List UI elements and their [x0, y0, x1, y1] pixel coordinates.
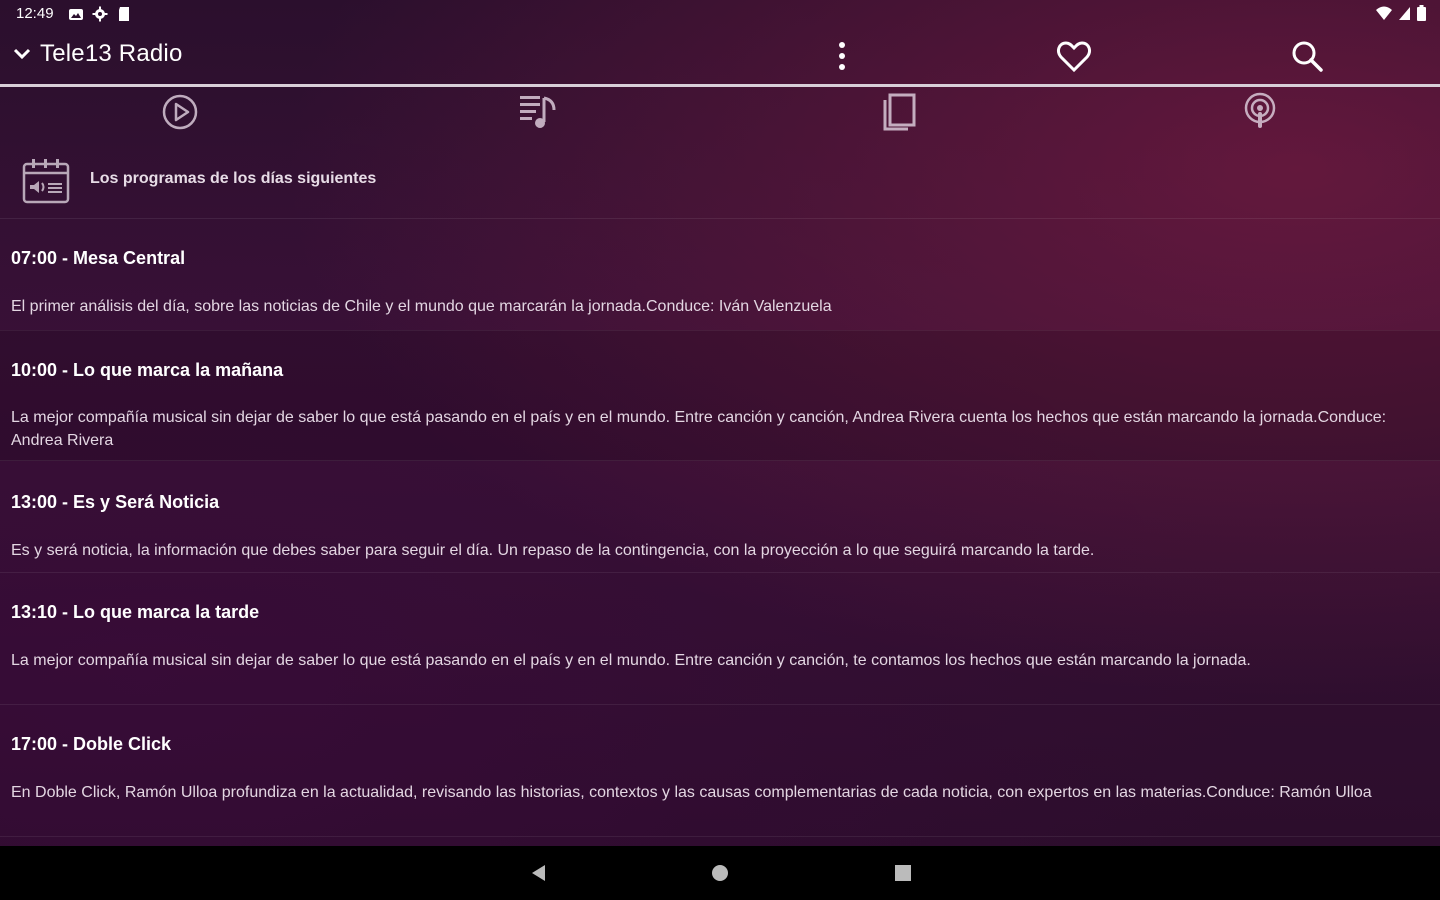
program-description: La mejor compañía musical sin dejar de s…: [11, 409, 1387, 449]
program-description: El primer análisis del día, sobre las no…: [11, 298, 832, 315]
back-button[interactable]: [526, 861, 550, 885]
tab-playlist[interactable]: [360, 87, 720, 137]
chevron-down-icon[interactable]: [12, 44, 32, 64]
signal-icon: [1399, 7, 1410, 20]
heart-icon: [1057, 41, 1091, 73]
program-title: 10:00 - Lo que marca la mañana: [11, 360, 284, 380]
program-title: 07:00 - Mesa Central: [11, 248, 186, 268]
program-item[interactable]: 13:10 - Lo que marca la tarde La mejor c…: [0, 572, 1440, 705]
back-icon: [532, 865, 545, 881]
system-nav-bar: [0, 846, 1440, 900]
photo-icon: [69, 9, 83, 20]
podcast-icon: [1244, 92, 1276, 128]
play-circle-icon: [162, 94, 198, 130]
home-icon: [712, 865, 728, 881]
recents-icon: [895, 865, 911, 881]
program-item[interactable]: 17:00 - Doble Click En Doble Click, Ramó…: [0, 704, 1440, 837]
program-item[interactable]: 13:00 - Es y Será Noticia Es y será noti…: [0, 460, 1440, 573]
program-title: 13:00 - Es y Será Noticia: [11, 492, 220, 512]
program-description: Es y será noticia, la información que de…: [11, 542, 1095, 559]
recents-button[interactable]: [891, 861, 915, 885]
program-title: 13:10 - Lo que marca la tarde: [11, 602, 260, 622]
app-bar: Tele13 Radio: [0, 28, 1440, 84]
search-button[interactable]: [1287, 36, 1327, 76]
status-icons-left: [68, 6, 132, 22]
status-icons-right: [1375, 5, 1426, 21]
playlist-music-icon: [520, 96, 556, 128]
station-selector[interactable]: Tele13 Radio: [12, 40, 183, 68]
app-title: Tele13 Radio: [40, 40, 183, 67]
tab-program-guide[interactable]: [720, 87, 1080, 137]
schedule-header-title: Los programas de los días siguientes: [90, 170, 377, 187]
sd-card-icon: [119, 7, 129, 21]
program-item[interactable]: 10:00 - Lo que marca la mañana La mejor …: [0, 330, 1440, 461]
tab-player[interactable]: [0, 87, 360, 137]
wifi-icon: [1376, 6, 1392, 20]
search-icon: [1292, 41, 1323, 72]
status-time: 12:49: [16, 5, 54, 22]
program-title: 17:00 - Doble Click: [11, 734, 172, 754]
schedule-content: Los programas de los días siguientes 07:…: [0, 140, 1440, 846]
schedule-header: Los programas de los días siguientes: [0, 140, 1440, 219]
status-bar: 12:49: [0, 0, 1440, 28]
program-guide-icon: [883, 93, 916, 131]
more-vert-icon: [839, 42, 845, 70]
program-description: En Doble Click, Ramón Ulloa profundiza e…: [11, 784, 1372, 801]
battery-icon: [1417, 5, 1426, 21]
more-options-button[interactable]: [822, 36, 862, 76]
favorite-button[interactable]: [1054, 36, 1094, 76]
home-button[interactable]: [708, 861, 732, 885]
program-description: La mejor compañía musical sin dejar de s…: [11, 652, 1251, 669]
calendar-icon: [22, 159, 70, 204]
program-item[interactable]: 07:00 - Mesa Central El primer análisis …: [0, 218, 1440, 331]
tab-bar: [0, 87, 1440, 137]
settings-icon: [92, 6, 108, 22]
tab-podcast[interactable]: [1080, 87, 1440, 137]
